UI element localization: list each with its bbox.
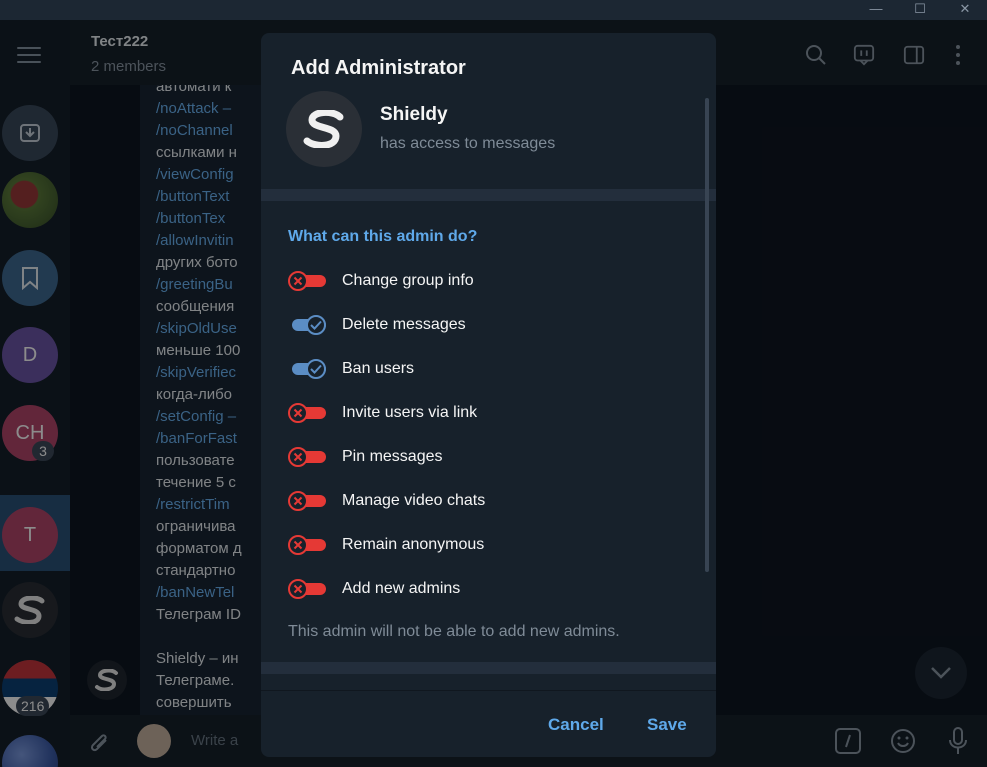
permission-label: Add new admins <box>342 580 461 597</box>
dialog-scrollbar[interactable] <box>705 98 709 572</box>
permission-toggle[interactable] <box>288 535 326 555</box>
close-window-icon[interactable]: ✕ <box>950 0 980 20</box>
permission-row[interactable]: Manage video chats <box>288 479 688 523</box>
cross-icon <box>293 408 303 418</box>
toggle-knob <box>288 535 308 555</box>
dialog-title: Add Administrator <box>291 57 466 79</box>
cross-icon <box>293 276 303 286</box>
permission-label: Ban users <box>342 360 415 377</box>
bot-name: Shieldy <box>380 104 448 125</box>
permission-toggle[interactable] <box>288 315 326 335</box>
permission-toggle[interactable] <box>288 271 326 291</box>
shieldy-logo-icon <box>303 110 344 148</box>
permission-label: Remain anonymous <box>342 536 485 553</box>
toggle-knob <box>288 403 308 423</box>
telegram-window: — ☐ ✕ D CH 3 T 216 Тест222 2 members автомат… <box>0 0 987 767</box>
permission-toggle[interactable] <box>288 359 326 379</box>
permission-toggle[interactable] <box>288 447 326 467</box>
check-icon <box>310 364 322 374</box>
permission-toggle[interactable] <box>288 403 326 423</box>
bot-status: has access to messages <box>380 135 556 152</box>
add-administrator-dialog: Add Administrator Shieldy has access to … <box>261 33 716 757</box>
permission-toggle[interactable] <box>288 579 326 599</box>
toggle-knob <box>288 447 308 467</box>
section-divider <box>261 189 716 201</box>
permission-row[interactable]: Add new admins <box>288 567 688 611</box>
save-button[interactable]: Save <box>647 715 687 735</box>
permission-label: Change group info <box>342 272 474 289</box>
minimize-icon[interactable]: — <box>861 0 891 20</box>
permission-label: Pin messages <box>342 448 443 465</box>
permission-label: Delete messages <box>342 316 466 333</box>
permission-label: Invite users via link <box>342 404 478 421</box>
toggle-knob <box>288 579 308 599</box>
permissions-heading: What can this admin do? <box>288 228 478 245</box>
check-icon <box>310 320 322 330</box>
toggle-knob <box>288 491 308 511</box>
permission-row[interactable]: Ban users <box>288 347 688 391</box>
permission-label: Manage video chats <box>342 492 486 509</box>
cross-icon <box>293 540 303 550</box>
toggle-knob <box>288 271 308 291</box>
bot-avatar <box>286 91 362 167</box>
permission-row[interactable]: Pin messages <box>288 435 688 479</box>
title-bar: — ☐ ✕ <box>0 0 987 20</box>
permission-row[interactable]: Delete messages <box>288 303 688 347</box>
permission-row[interactable]: Remain anonymous <box>288 523 688 567</box>
permission-note: This admin will not be able to add new a… <box>288 623 620 640</box>
permission-row[interactable]: Change group info <box>288 259 688 303</box>
cancel-button[interactable]: Cancel <box>548 715 604 735</box>
toggle-knob <box>306 315 326 335</box>
toggle-knob <box>306 359 326 379</box>
cross-icon <box>293 496 303 506</box>
permission-row[interactable]: Invite users via link <box>288 391 688 435</box>
section-divider <box>261 662 716 674</box>
cross-icon <box>293 452 303 462</box>
permission-toggle[interactable] <box>288 491 326 511</box>
maximize-icon[interactable]: ☐ <box>905 0 935 20</box>
footer-separator <box>261 690 716 691</box>
cross-icon <box>293 584 303 594</box>
